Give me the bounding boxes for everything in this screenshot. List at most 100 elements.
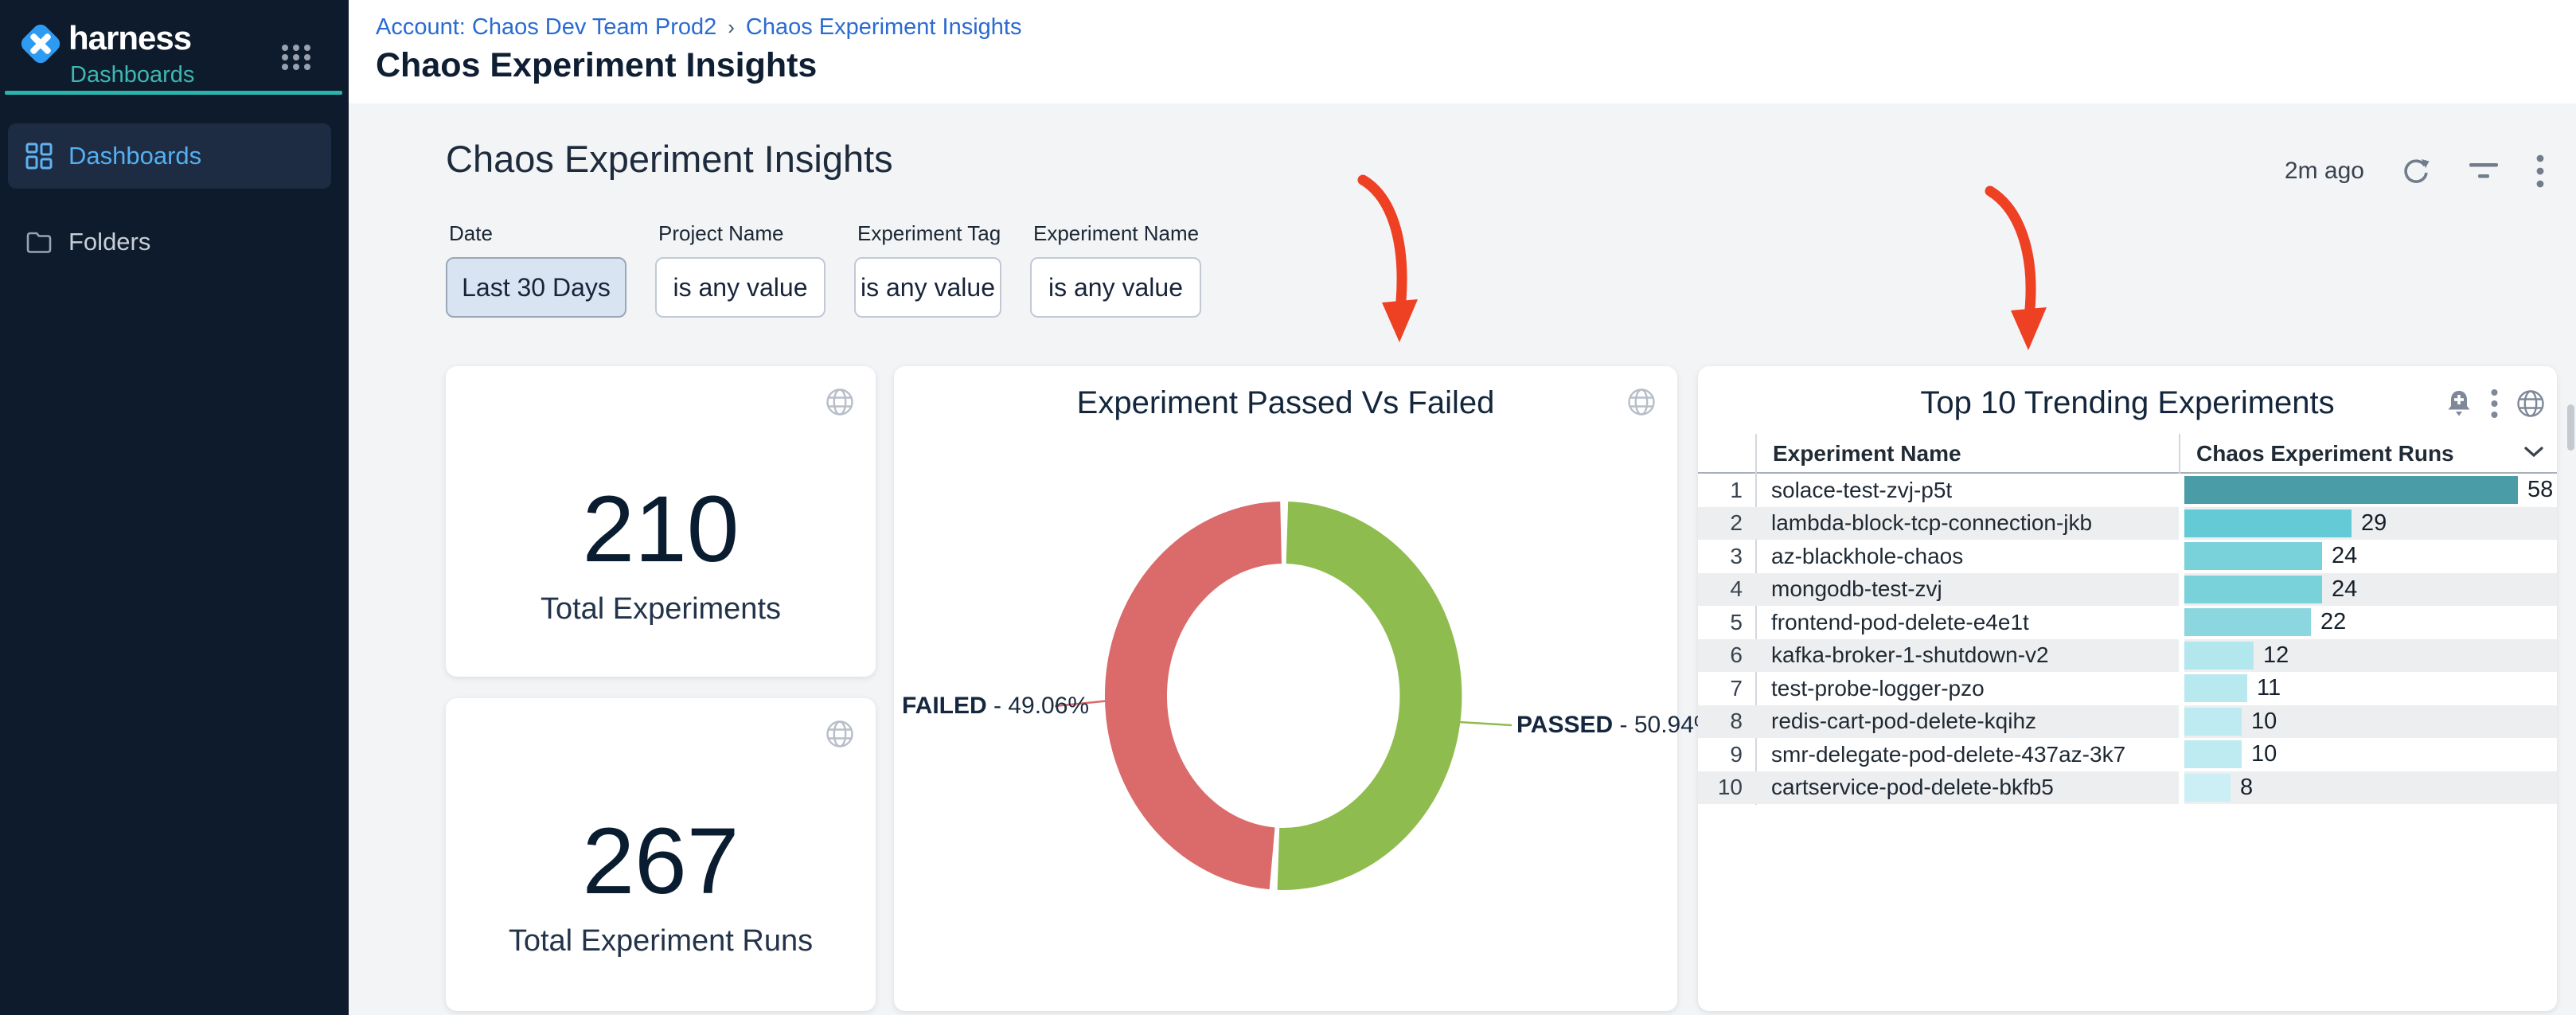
failed-label: FAILED - 49.06% [902, 693, 1053, 720]
row-runs-bar[interactable] [2184, 774, 2231, 802]
row-rank: 1 [1698, 478, 1755, 503]
row-runs-value: 8 [2240, 775, 2253, 801]
table-row[interactable]: 8redis-cart-pod-delete-kqihz10 [1698, 705, 2557, 739]
row-runs-bar[interactable] [2184, 576, 2322, 603]
row-experiment-name: solace-test-zvj-p5t [1755, 478, 2179, 503]
total-experiment-runs-card: 267 Total Experiment Runs [446, 698, 876, 1011]
alert-bell-icon[interactable] [2445, 388, 2473, 419]
row-bar-track: 24 [2179, 540, 2557, 573]
row-runs-bar[interactable] [2184, 509, 2352, 537]
row-runs-bar[interactable] [2184, 608, 2311, 636]
logo-text[interactable]: harness [68, 19, 191, 57]
top-header: Account: Chaos Dev Team Prod2 › Chaos Ex… [349, 0, 2576, 103]
row-experiment-name: frontend-pod-delete-e4e1t [1755, 610, 2179, 635]
row-runs-value: 10 [2251, 709, 2277, 735]
row-bar-track: 12 [2179, 639, 2557, 673]
row-runs-value: 11 [2257, 675, 2281, 701]
row-experiment-name: cartservice-pod-delete-bkfb5 [1755, 775, 2179, 800]
apps-grid-icon[interactable] [279, 40, 314, 75]
row-runs-value: 10 [2251, 741, 2277, 767]
row-runs-value: 24 [2332, 543, 2357, 569]
harness-logo-icon[interactable] [18, 21, 64, 71]
breadcrumb-current-link[interactable]: Chaos Experiment Insights [746, 14, 1022, 41]
table-row[interactable]: 2lambda-block-tcp-connection-jkb29 [1698, 507, 2557, 541]
row-experiment-name: kafka-broker-1-shutdown-v2 [1755, 642, 2179, 668]
table-row[interactable]: 5frontend-pod-delete-e4e1t22 [1698, 606, 2557, 639]
sidebar-item-label: Dashboards [68, 142, 201, 170]
scrollbar-thumb[interactable] [2567, 404, 2574, 451]
row-rank: 5 [1698, 610, 1755, 635]
row-experiment-name: smr-delegate-pod-delete-437az-3k7 [1755, 742, 2179, 767]
row-rank: 6 [1698, 642, 1755, 668]
breadcrumb: Account: Chaos Dev Team Prod2 › Chaos Ex… [376, 14, 1021, 41]
filter-bar: Date Last 30 Days Project Name is any va… [446, 221, 1201, 318]
row-runs-bar[interactable] [2184, 740, 2242, 768]
refresh-icon[interactable] [2401, 156, 2431, 186]
filter-label: Project Name [658, 221, 825, 246]
table-row[interactable]: 4mongodb-test-zvj24 [1698, 573, 2557, 607]
filter-project-name: Project Name is any value [655, 221, 825, 318]
table-row[interactable]: 9smr-delegate-pod-delete-437az-3k710 [1698, 738, 2557, 771]
passed-callout-line [1459, 722, 1512, 725]
table-card-icons [2445, 388, 2546, 419]
row-rank: 7 [1698, 676, 1755, 701]
table-row[interactable]: 6kafka-broker-1-shutdown-v2 12 [1698, 639, 2557, 673]
table-header-row: Experiment Name Chaos Experiment Runs [1698, 434, 2557, 474]
filter-label: Date [449, 221, 626, 246]
sort-chevron-down-icon[interactable] [2523, 445, 2545, 463]
page-title: Chaos Experiment Insights [376, 46, 817, 85]
filter-icon[interactable] [2468, 158, 2500, 185]
kebab-menu-icon[interactable] [2536, 154, 2544, 188]
passed-vs-failed-card: Experiment Passed Vs Failed FAILED - 49.… [894, 366, 1677, 1011]
annotation-arrowhead-2 [2011, 307, 2047, 350]
filter-experiment-name: Experiment Name is any value [1030, 221, 1201, 318]
row-experiment-name: mongodb-test-zvj [1755, 576, 2179, 602]
donut-chart [894, 366, 1677, 1011]
globe-icon[interactable] [825, 387, 855, 417]
table-row[interactable]: 1solace-test-zvj-p5t58 [1698, 474, 2557, 507]
total-experiments-value: 210 [446, 482, 876, 576]
sidebar-divider [5, 91, 342, 95]
breadcrumb-account-link[interactable]: Account: Chaos Dev Team Prod2 [376, 14, 716, 41]
project-name-filter-button[interactable]: is any value [655, 257, 825, 318]
row-runs-value: 12 [2263, 642, 2289, 669]
total-experiments-label: Total Experiments [446, 592, 876, 627]
experiment-name-filter-button[interactable]: is any value [1030, 257, 1201, 318]
row-runs-bar[interactable] [2184, 674, 2247, 702]
row-rank: 3 [1698, 544, 1755, 569]
globe-icon[interactable] [2516, 388, 2546, 419]
date-filter-button[interactable]: Last 30 Days [446, 257, 626, 318]
sidebar-item-folders[interactable]: Folders [8, 209, 331, 275]
dashboard-content: Chaos Experiment Insights 2m ago Date La… [349, 103, 2576, 1015]
sidebar: harness Dashboards Dashboards [0, 0, 349, 1015]
table-title: Top 10 Trending Experiments [1698, 385, 2557, 421]
breadcrumb-separator-icon: › [728, 15, 735, 40]
sidebar-nav: Dashboards Folders [8, 123, 331, 295]
row-bar-track: 24 [2179, 573, 2557, 607]
total-experiments-card: 210 Total Experiments [446, 366, 876, 677]
column-header-chaos-experiment-runs[interactable]: Chaos Experiment Runs [2196, 441, 2454, 467]
kebab-menu-icon[interactable] [2491, 388, 2498, 419]
row-rank: 2 [1698, 510, 1755, 536]
row-rank: 8 [1698, 709, 1755, 734]
row-runs-bar[interactable] [2184, 542, 2322, 570]
donut-segment-failed[interactable] [1136, 533, 1281, 858]
row-bar-track: 29 [2179, 507, 2557, 541]
row-runs-bar[interactable] [2184, 476, 2518, 504]
donut-segment-passed[interactable] [1278, 533, 1431, 859]
table-row[interactable]: 7test-probe-logger-pzo11 [1698, 672, 2557, 705]
sidebar-item-dashboards[interactable]: Dashboards [8, 123, 331, 189]
table-row[interactable]: 10cartservice-pod-delete-bkfb58 [1698, 771, 2557, 805]
globe-icon[interactable] [825, 719, 855, 749]
column-header-experiment-name[interactable]: Experiment Name [1773, 441, 1961, 467]
table-row[interactable]: 3az-blackhole-chaos24 [1698, 540, 2557, 573]
row-bar-track: 22 [2179, 606, 2557, 639]
dashboard-heading: Chaos Experiment Insights [446, 137, 893, 181]
logo-subtitle: Dashboards [70, 62, 194, 88]
row-runs-bar[interactable] [2184, 708, 2242, 736]
experiment-tag-filter-button[interactable]: is any value [854, 257, 1001, 318]
filter-label: Experiment Name [1033, 221, 1201, 246]
row-runs-bar[interactable] [2184, 642, 2254, 670]
dashboard-meta: 2m ago [2285, 154, 2544, 188]
row-experiment-name: lambda-block-tcp-connection-jkb [1755, 510, 2179, 536]
